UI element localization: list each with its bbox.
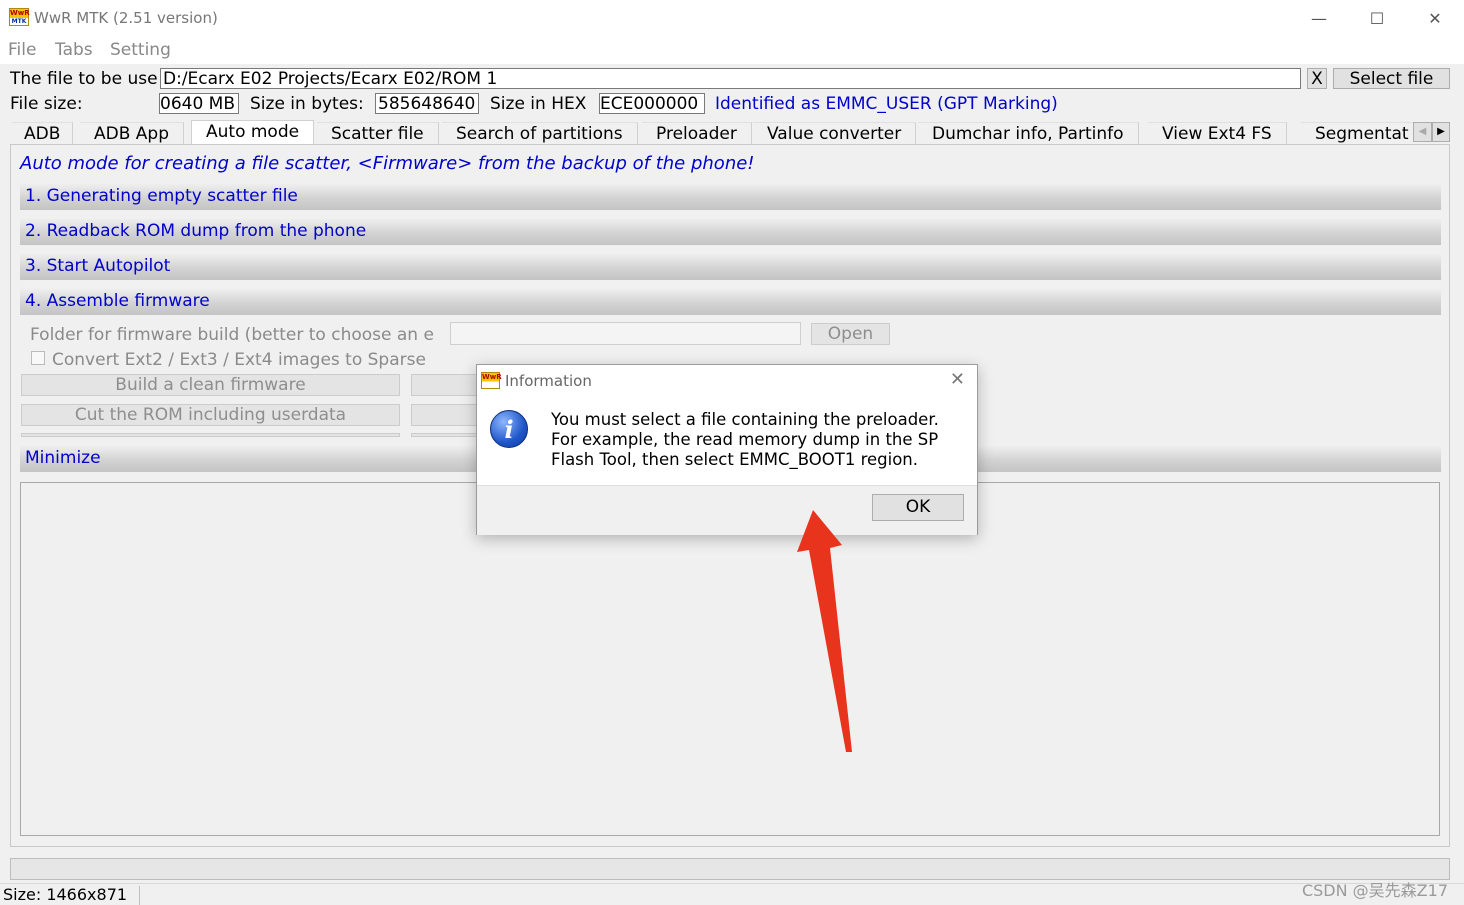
tab-scroll-right-icon[interactable]: ▶: [1432, 122, 1450, 142]
tab-scatter-file[interactable]: Scatter file: [317, 122, 439, 144]
size-hex-label: Size in HEX: [490, 94, 587, 114]
select-file-button[interactable]: Select file: [1333, 68, 1450, 89]
tab-strip: ADB ADB App Auto mode Scatter file Searc…: [10, 120, 1450, 144]
file-label: The file to be use: [10, 69, 158, 89]
progress-bar: [10, 858, 1450, 880]
convert-sparse-label: Convert Ext2 / Ext3 / Ext4 images to Spa…: [52, 350, 426, 370]
folder-label: Folder for firmware build (better to cho…: [30, 325, 434, 345]
dialog-app-icon: WwR: [481, 372, 502, 389]
section-assemble-firmware[interactable]: 4. Assemble firmware: [20, 287, 1441, 315]
size-bytes-value: 585648640: [375, 93, 479, 114]
file-size-label: File size:: [10, 94, 83, 114]
information-dialog: WwR Information ✕ i You must select a fi…: [476, 364, 978, 535]
dialog-message-line-1: You must select a file containing the pr…: [551, 410, 939, 429]
tab-preloader[interactable]: Preloader: [642, 122, 752, 144]
information-icon: i: [490, 410, 528, 448]
status-bar: Size: 1466x871: [0, 883, 1464, 905]
window-title: WwR MTK (2.51 version): [34, 9, 218, 27]
status-size: Size: 1466x871: [0, 886, 140, 905]
convert-sparse-checkbox[interactable]: [31, 351, 45, 365]
cut-rom-button[interactable]: Cut the ROM including userdata: [21, 404, 400, 426]
tab-scroll-left-icon[interactable]: ◀: [1413, 122, 1432, 142]
log-area[interactable]: [20, 482, 1440, 836]
tab-adb-app[interactable]: ADB App: [80, 122, 184, 144]
tab-segmentation[interactable]: Segmentat: [1301, 122, 1413, 144]
watermark: CSDN @吴先森Z17: [1301, 881, 1448, 900]
clear-file-button[interactable]: X: [1307, 68, 1327, 89]
menu-setting[interactable]: Setting: [110, 40, 171, 60]
dialog-message-line-2: For example, the read memory dump in the…: [551, 430, 939, 449]
tab-auto-mode[interactable]: Auto mode: [191, 120, 315, 144]
dialog-message-line-3: Flash Tool, then select EMMC_BOOT1 regio…: [551, 450, 918, 469]
minimize-window-icon[interactable]: —: [1290, 0, 1348, 36]
tab-view-ext4[interactable]: View Ext4 FS: [1148, 122, 1287, 144]
title-bar: WwR MTK WwR MTK (2.51 version) — ☐ ✕: [0, 0, 1464, 36]
maximize-window-icon[interactable]: ☐: [1348, 0, 1406, 36]
tab-dumchar-info[interactable]: Dumchar info, Partinfo: [918, 122, 1139, 144]
close-window-icon[interactable]: ✕: [1406, 0, 1464, 36]
section-readback-rom[interactable]: 2. Readback ROM dump from the phone: [20, 217, 1441, 245]
size-hex-value: ECE000000: [599, 93, 705, 114]
partial-button: [21, 433, 400, 437]
dialog-title: Information: [505, 372, 592, 390]
section-generate-scatter[interactable]: 1. Generating empty scatter file: [20, 182, 1441, 210]
ok-button[interactable]: OK: [872, 494, 964, 521]
menu-file[interactable]: File: [8, 40, 36, 60]
menu-tabs[interactable]: Tabs: [55, 40, 93, 60]
auto-mode-heading: Auto mode for creating a file scatter, <…: [20, 153, 755, 174]
build-clean-firmware-button[interactable]: Build a clean firmware: [21, 374, 400, 396]
tab-value-converter[interactable]: Value converter: [753, 122, 917, 144]
identified-label: Identified as EMMC_USER (GPT Marking): [715, 94, 1058, 114]
menu-bar: File Tabs Setting: [0, 36, 1464, 64]
file-path-input[interactable]: D:/Ecarx E02 Projects/Ecarx E02/ROM 1: [160, 68, 1301, 89]
tab-search-partitions[interactable]: Search of partitions: [442, 122, 638, 144]
app-logo-icon: WwR MTK: [9, 8, 30, 26]
dialog-close-icon[interactable]: ✕: [950, 369, 965, 390]
open-folder-button[interactable]: Open: [811, 323, 890, 345]
dialog-footer: OK: [477, 485, 977, 535]
tab-adb[interactable]: ADB: [12, 122, 74, 144]
section-start-autopilot[interactable]: 3. Start Autopilot: [20, 252, 1441, 280]
size-bytes-label: Size in bytes:: [250, 94, 364, 114]
folder-input[interactable]: [450, 322, 801, 345]
file-size-value: 0640 MB: [159, 93, 239, 114]
